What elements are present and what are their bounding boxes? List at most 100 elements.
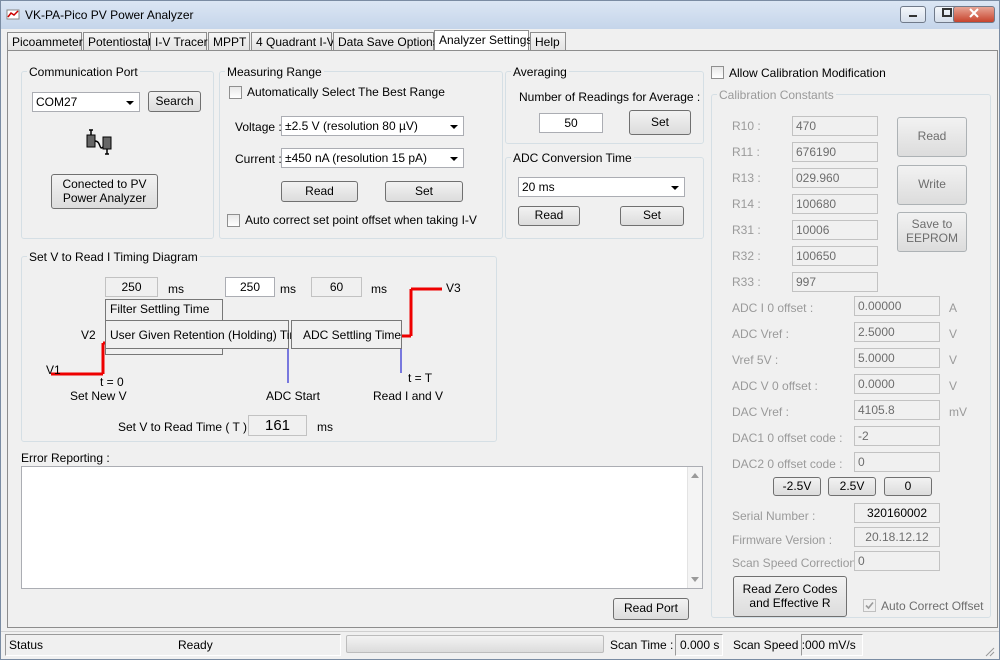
current-range-select[interactable]: ±450 nA (resolution 15 pA)	[281, 148, 464, 168]
auto-correct-label: Auto correct set point offset when takin…	[245, 213, 477, 227]
tab-potentiostat[interactable]: Potentiostat	[83, 32, 151, 51]
adc-i-offset-unit: A	[949, 301, 958, 315]
resize-grip-icon[interactable]	[983, 645, 995, 657]
r31-field: 10006	[792, 220, 878, 240]
port-select[interactable]: COM27	[32, 92, 140, 112]
serial-number-field: 320160002	[854, 503, 940, 523]
scan-correction-label: Scan Speed Correction:	[732, 556, 860, 570]
current-range-value: ±450 nA (resolution 15 pA)	[285, 151, 428, 165]
adc-v-offset-field: 0.0000	[854, 374, 940, 394]
r11-field: 676190	[792, 142, 878, 162]
auto-range-label: Automatically Select The Best Range	[247, 85, 445, 99]
tab-4-quadrant-iv[interactable]: 4 Quadrant I-V	[251, 32, 335, 51]
maximize-icon	[942, 8, 952, 17]
set-0v-button[interactable]: 0	[884, 477, 932, 496]
r14-label: R14 :	[732, 197, 761, 211]
adc-vref-field: 2.5000	[854, 322, 940, 342]
set-minus-2-5v-button[interactable]: -2.5V	[773, 477, 821, 496]
retention-ms-unit: ms	[280, 282, 296, 296]
vref-5v-field: 5.0000	[854, 348, 940, 368]
adc-start-label: ADC Start	[266, 389, 321, 403]
usb-plug-icon	[86, 129, 112, 155]
v3-label: V3	[446, 281, 461, 295]
t0-label: t = 0	[100, 375, 124, 389]
allow-calibration-label: Allow Calibration Modification	[729, 66, 886, 80]
search-button[interactable]: Search	[148, 91, 201, 112]
tab-data-save-options[interactable]: Data Save Options	[333, 32, 439, 51]
r10-field: 470	[792, 116, 878, 136]
readings-input[interactable]: 50	[539, 113, 603, 133]
retention-label: User Given Retention (Holding) Time	[110, 328, 307, 342]
serial-number-label: Serial Number :	[732, 509, 816, 523]
retention-ms-input[interactable]: 250	[225, 277, 275, 297]
r13-label: R13 :	[732, 171, 761, 185]
checkmark-icon	[865, 601, 874, 610]
calib-write-button[interactable]: Write	[897, 165, 967, 205]
scroll-up-icon[interactable]	[691, 472, 699, 478]
range-set-button[interactable]: Set	[385, 181, 463, 202]
tab-iv-tracer[interactable]: I-V Tracer	[150, 32, 208, 51]
voltage-label: Voltage :	[235, 120, 282, 134]
communication-port-group: Communication Port COM27 Search Conected…	[21, 65, 214, 239]
r11-label: R11 :	[732, 145, 760, 159]
v1-label: V1	[46, 363, 61, 377]
adc-ms-field: 60	[311, 277, 362, 297]
averaging-set-button[interactable]: Set	[629, 110, 691, 135]
adc-v-offset-label: ADC V 0 offset :	[732, 379, 818, 393]
firmware-version-field: 20.18.12.12	[854, 527, 940, 547]
current-label: Current :	[235, 152, 282, 166]
set-2-5v-button[interactable]: 2.5V	[828, 477, 876, 496]
readings-label: Number of Readings for Average :	[519, 90, 701, 104]
allow-calibration-checkbox[interactable]	[711, 66, 724, 79]
scan-time-value: 0.000 s	[680, 638, 720, 652]
analyzer-settings-page: Communication Port COM27 Search Conected…	[7, 50, 998, 628]
r14-field: 100680	[792, 194, 878, 214]
dac-vref-field: 4105.8	[854, 400, 940, 420]
averaging-group: Averaging Number of Readings for Average…	[505, 65, 704, 144]
tab-mppt[interactable]: MPPT	[208, 32, 250, 51]
app-logo-icon	[6, 9, 20, 20]
close-icon	[969, 8, 979, 18]
r10-label: R10 :	[732, 119, 761, 133]
chevron-down-icon	[126, 101, 134, 105]
retention-box: User Given Retention (Holding) Time	[105, 320, 306, 349]
error-reporting-label: Error Reporting :	[21, 451, 110, 465]
connected-status-button[interactable]: Conected to PV Power Analyzer	[51, 174, 158, 209]
tab-picoammeter[interactable]: Picoammeter	[7, 32, 83, 51]
adc-time-value: 20 ms	[522, 180, 555, 194]
adc-vref-label: ADC Vref :	[732, 327, 789, 341]
tab-analyzer-settings[interactable]: Analyzer Settings	[434, 30, 532, 52]
adc-settling-label: ADC Settling Time	[303, 328, 402, 342]
read-port-button[interactable]: Read Port	[613, 598, 689, 620]
tab-help[interactable]: Help	[530, 32, 566, 51]
filter-ms-field: 250	[105, 277, 158, 297]
auto-correct-offset-checkbox[interactable]	[863, 599, 876, 612]
r32-label: R32 :	[732, 249, 761, 263]
error-log-textarea[interactable]	[21, 466, 703, 589]
minimize-button[interactable]	[900, 6, 926, 23]
error-log-scrollbar[interactable]	[687, 467, 702, 588]
total-time-label: Set V to Read Time ( T ) :	[118, 420, 254, 434]
averaging-label: Averaging	[511, 65, 569, 79]
r32-field: 100650	[792, 246, 878, 266]
chevron-down-icon	[450, 125, 458, 129]
calib-read-button[interactable]: Read	[897, 117, 967, 157]
save-eeprom-button[interactable]: Save to EEPROM	[897, 212, 967, 252]
adc-time-select[interactable]: 20 ms	[518, 177, 685, 197]
adc-read-button[interactable]: Read	[518, 206, 580, 226]
scan-speed-label: Scan Speed :	[733, 638, 806, 652]
adc-set-button[interactable]: Set	[620, 206, 684, 226]
scroll-down-icon[interactable]	[691, 577, 699, 583]
r33-field: 997	[792, 272, 878, 292]
read-zero-codes-button[interactable]: Read Zero Codes and Effective R	[733, 576, 847, 617]
range-read-button[interactable]: Read	[281, 181, 358, 202]
adc-ms-unit: ms	[371, 282, 387, 296]
dac2-offset-field: 0	[854, 452, 940, 472]
close-button[interactable]	[953, 6, 995, 23]
dac-vref-label: DAC Vref :	[732, 405, 789, 419]
calibration-constants-label: Calibration Constants	[717, 88, 836, 102]
auto-range-checkbox[interactable]	[229, 86, 242, 99]
voltage-range-value: ±2.5 V (resolution 80 µV)	[285, 119, 418, 133]
auto-correct-checkbox[interactable]	[227, 214, 240, 227]
voltage-range-select[interactable]: ±2.5 V (resolution 80 µV)	[281, 116, 464, 136]
